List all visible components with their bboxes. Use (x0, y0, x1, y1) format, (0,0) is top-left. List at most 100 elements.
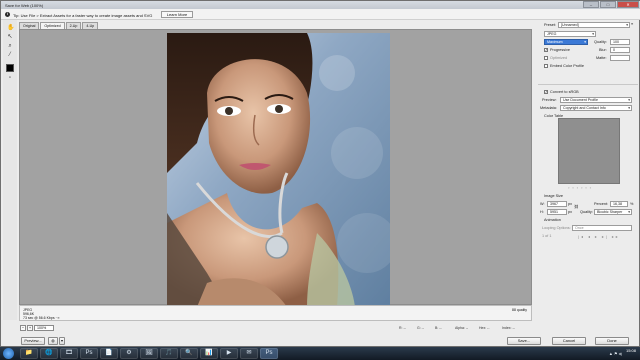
taskbar-app-search[interactable]: 🔍 (180, 348, 198, 359)
embed-color-profile-checkbox[interactable] (544, 64, 548, 68)
preview-in-browser-button[interactable]: Preview... (21, 337, 45, 345)
tip-text: Tip: Use File > Extract Assets for a fas… (13, 12, 153, 18)
minimize-button[interactable]: – (583, 1, 599, 8)
eyedropper-tool-icon[interactable]: ⁄ (6, 51, 14, 59)
blur-field[interactable]: 0 (610, 47, 630, 53)
save-for-web-window: Save for Web (100%) – □ ✕ i Tip: Use Fil… (0, 0, 640, 347)
taskbar-app-browser[interactable]: 🌐 (40, 348, 58, 359)
browser-dropdown-chevron-icon[interactable]: ▾ (59, 337, 65, 345)
zoom-out-button[interactable]: − (20, 325, 26, 331)
save-button[interactable]: Save... (507, 337, 541, 345)
metadata-value: Copyright and Contact Info (563, 106, 606, 110)
readout-r: R: -- (399, 326, 406, 330)
done-button[interactable]: Done (595, 337, 629, 345)
looping-options-label: Looping Options: (542, 226, 571, 230)
progressive-checkbox[interactable]: ✓ (544, 48, 548, 52)
color-table-tools-icon[interactable]: ▫▫▫▫▫▫ (568, 186, 594, 190)
tab-optimized[interactable]: Optimized (40, 22, 65, 29)
taskbar-app-photoshop[interactable]: Ps (80, 348, 98, 359)
color-table[interactable] (558, 118, 620, 184)
taskbar-clock[interactable]: 15:08 (625, 348, 636, 354)
optimization-settings-panel: Preset: [Unnamed] ▾ ≡ JPEG ▾ Maximum ▾ Qual… (538, 20, 638, 334)
frame-counter: 1 of 1 (542, 234, 552, 238)
tab-2-up[interactable]: 2-Up (65, 22, 82, 29)
preset-value: [Unnamed] (561, 23, 579, 27)
width-field[interactable]: 3967 (547, 201, 567, 207)
animation-label: Animation (544, 218, 561, 222)
file-info: JPEG 596,6K 73 sec @ 56.6 Kbps ⁻≡ (23, 308, 59, 321)
panel-menu-icon[interactable]: ≡ (631, 22, 633, 26)
metadata-dropdown[interactable]: Copyright and Contact Info ▾ (560, 105, 632, 111)
taskbar-app-settings[interactable]: ⚙ (120, 348, 138, 359)
panel-divider (538, 84, 638, 85)
percent-field[interactable]: 16,38 (610, 201, 628, 207)
preview-profile-value: Use Document Profile (563, 98, 598, 102)
zoom-tool-icon[interactable]: ⌕ (6, 42, 14, 50)
clock-time: 15:08 (625, 348, 636, 353)
format-dropdown[interactable]: JPEG ▾ (544, 31, 596, 37)
preset-dropdown[interactable]: [Unnamed] ▾ (558, 22, 630, 28)
quality-field[interactable]: 100 (610, 39, 630, 45)
convert-to-srgb-label: Convert to sRGB (550, 90, 579, 94)
matte-dropdown[interactable] (610, 55, 630, 61)
progressive-label: Progressive (550, 48, 571, 52)
title-bar: Save for Web (100%) – □ ✕ (1, 1, 640, 9)
percent-label: Percent: (594, 202, 609, 206)
compression-quality-dropdown[interactable]: Maximum ▾ (544, 39, 588, 45)
resample-quality-dropdown[interactable]: Bicubic Sharper ▾ (594, 209, 632, 215)
readout-hex: Hex: -- (479, 326, 490, 330)
optimized-checkbox[interactable] (544, 56, 548, 60)
blur-label: Blur: (599, 48, 607, 52)
zoom-level-field[interactable]: 100% (34, 325, 54, 331)
chevron-down-icon: ▾ (592, 32, 594, 36)
optimized-preview-area[interactable] (19, 29, 532, 307)
convert-to-srgb-checkbox[interactable]: ✓ (544, 90, 548, 94)
height-unit: px (568, 210, 573, 214)
readout-g: G: -- (417, 326, 424, 330)
taskbar-app-charts[interactable]: 📊 (200, 348, 218, 359)
chevron-down-icon: ▾ (628, 106, 630, 110)
browser-globe-icon[interactable]: ◍ (48, 337, 58, 345)
eyedropper-color-swatch[interactable] (6, 64, 14, 72)
taskbar-app-music[interactable]: 🎵 (160, 348, 178, 359)
preview-image[interactable] (167, 33, 390, 307)
maximize-button[interactable]: □ (600, 1, 616, 8)
quality-label: Quality: (594, 40, 607, 44)
preview-profile-dropdown[interactable]: Use Document Profile ▾ (560, 97, 632, 103)
compression-value: Maximum (547, 40, 563, 44)
height-field[interactable]: 5951 (547, 209, 567, 215)
windows-taskbar: 📁 🌐 🎞 Ps 📄 ⚙ 🖼 🎵 🔍 📊 ▶ ✉ Ps ▲ ⚑ ◂) 15:08 (0, 347, 640, 360)
width-label: W: (540, 202, 545, 206)
slice-select-tool-icon[interactable]: ↖ (6, 33, 14, 41)
taskbar-app-media[interactable]: 🎞 (60, 348, 78, 359)
tool-strip: ✋ ↖ ⌕ ⁄ ▫ (3, 20, 17, 320)
link-icon[interactable]: ⛓ (574, 204, 579, 209)
taskbar-app-document[interactable]: 📄 (100, 348, 118, 359)
zoom-in-button[interactable]: + (27, 325, 33, 331)
chevron-down-icon: ▾ (628, 210, 630, 214)
taskbar-app-player[interactable]: ▶ (220, 348, 238, 359)
height-label: H: (540, 210, 544, 214)
looping-options-dropdown[interactable]: Once (572, 225, 632, 231)
cancel-button[interactable]: Cancel (552, 337, 586, 345)
quality-readout: 88 quality (512, 308, 527, 312)
chevron-down-icon: ▾ (584, 40, 586, 44)
taskbar-app-explorer[interactable]: 📁 (20, 348, 38, 359)
start-button[interactable] (3, 348, 14, 359)
readout-alpha: Alpha: -- (455, 326, 469, 330)
close-button[interactable]: ✕ (617, 1, 639, 8)
tab-4-up[interactable]: 4-Up (82, 22, 99, 29)
taskbar-app-photoshop-active[interactable]: Ps (260, 348, 278, 359)
animation-playback-icons[interactable]: |◂ ◂ ▸ ▸| ▸▸ (578, 234, 620, 239)
toggle-slices-icon[interactable]: ▫ (6, 74, 14, 82)
taskbar-app-images[interactable]: 🖼 (140, 348, 158, 359)
taskbar-app-mail[interactable]: ✉ (240, 348, 258, 359)
learn-more-button[interactable]: Learn More (161, 11, 193, 18)
preview-profile-label: Preview: (542, 98, 557, 102)
tab-original[interactable]: Original (19, 22, 40, 29)
portrait-photo (167, 33, 390, 307)
system-tray[interactable]: ▲ ⚑ ◂) (609, 351, 622, 356)
window-title: Save for Web (100%) (5, 2, 44, 8)
hand-tool-icon[interactable]: ✋ (6, 24, 14, 32)
preview-info-bar: JPEG 596,6K 73 sec @ 56.6 Kbps ⁻≡ 88 qua… (19, 305, 532, 321)
